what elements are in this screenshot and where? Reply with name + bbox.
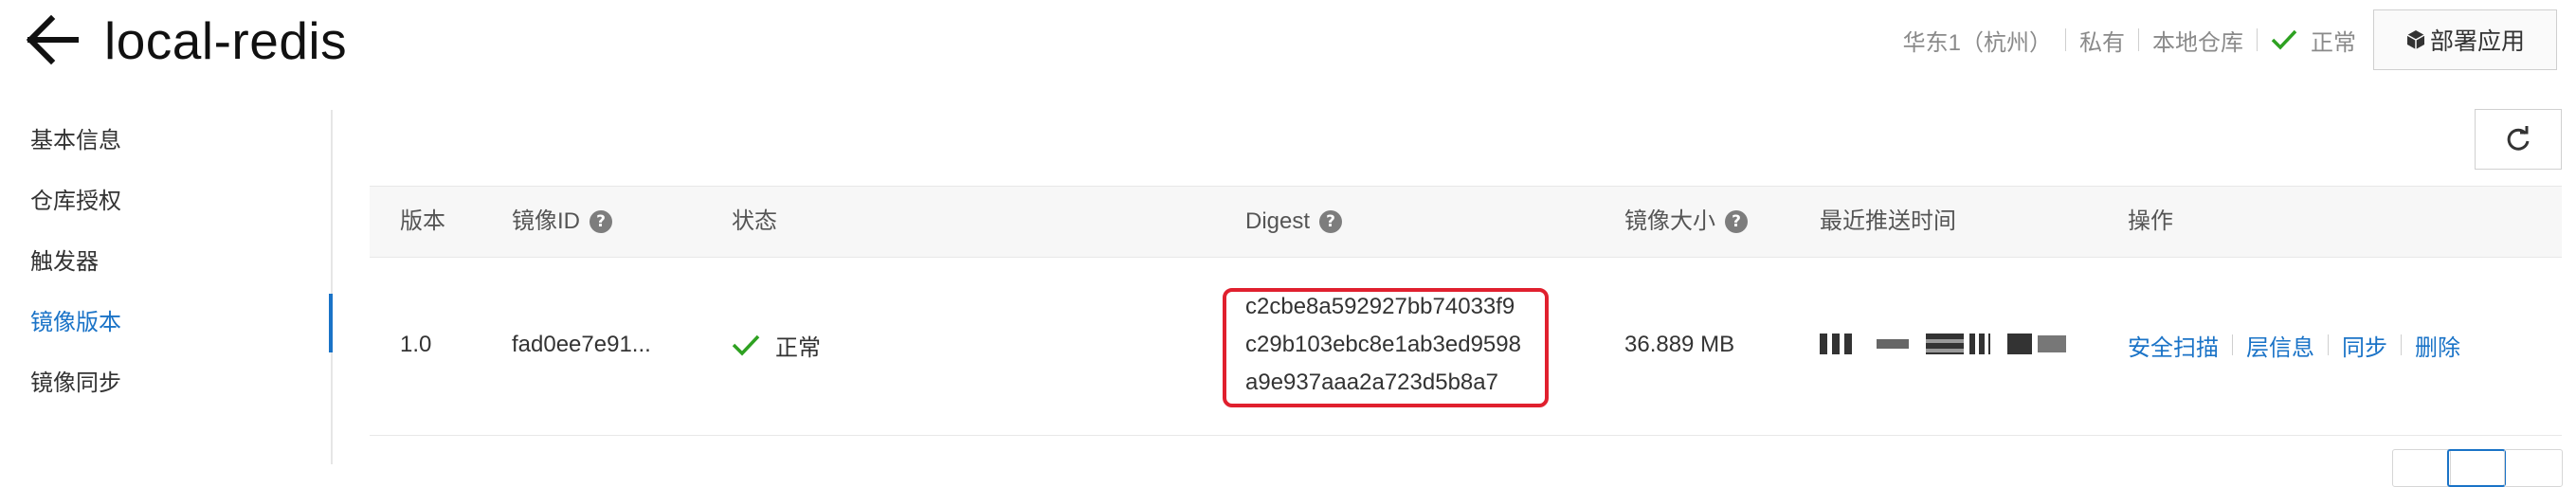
refresh-button[interactable] (2475, 109, 2562, 170)
repo-type-text: 本地仓库 (2152, 29, 2243, 56)
cell-digest-line: c2cbe8a592927bb74033f9 (1245, 294, 1515, 319)
delete-link[interactable]: 删除 (2415, 329, 2460, 362)
sidebar-item-triggers[interactable]: 触发器 (30, 244, 99, 281)
cell-pushed-at-redacted (1820, 334, 2066, 354)
column-header-actions: 操作 (2128, 205, 2173, 239)
region-text: 华东1（杭州） (1902, 29, 2052, 56)
meta-divider (2257, 28, 2258, 51)
check-icon (732, 334, 760, 356)
column-header-size-label: 镜像大小 (1624, 208, 1715, 234)
row-actions: 安全扫描 层信息 同步 删除 (2128, 328, 2460, 362)
column-header-size: 镜像大小 ? (1624, 205, 1748, 239)
cell-status: 正常 (732, 328, 821, 362)
deploy-app-label: 部署应用 (2429, 28, 2525, 55)
column-header-version: 版本 (400, 205, 445, 239)
check-icon (2271, 29, 2297, 50)
visibility-text: 私有 (2079, 29, 2125, 56)
cell-digest-line: a9e937aaa2a723d5b8a7 (1245, 370, 1498, 395)
layer-info-link[interactable]: 层信息 (2246, 329, 2314, 362)
deploy-app-button[interactable]: 部署应用 (2373, 9, 2557, 70)
table-header (370, 186, 2562, 258)
pagination-prev-button[interactable] (2392, 449, 2451, 487)
sidebar-divider (331, 110, 333, 464)
refresh-icon (2507, 126, 2530, 151)
action-divider (2328, 334, 2329, 355)
column-header-pushed-at: 最近推送时间 (1820, 205, 1956, 239)
action-divider (2401, 334, 2402, 355)
cell-image-id: fad0ee7e91... (512, 332, 651, 357)
column-header-status-label: 状态 (732, 208, 777, 234)
cell-version: 1.0 (400, 332, 432, 357)
column-header-digest: Digest ? (1245, 205, 1343, 239)
repo-status: 正常 (2271, 24, 2356, 57)
cube-icon (2406, 30, 2425, 49)
column-header-status: 状态 (732, 205, 777, 239)
pagination-next-button[interactable] (2504, 449, 2563, 487)
cell-size: 36.889 MB (1624, 332, 1735, 357)
cell-digest-line: c29b103ebc8e1ab3ed9598 (1245, 332, 1521, 357)
repo-meta: 华东1（杭州） 私有 本地仓库 正常 (1903, 23, 2356, 57)
column-header-image-id: 镜像ID ? (512, 205, 612, 239)
pagination-page-button[interactable] (2447, 449, 2506, 487)
column-header-pushed-at-label: 最近推送时间 (1820, 208, 1956, 234)
security-scan-link[interactable]: 安全扫描 (2128, 329, 2219, 362)
sync-link[interactable]: 同步 (2342, 329, 2387, 362)
column-header-actions-label: 操作 (2128, 208, 2173, 234)
sidebar-item-image-versions[interactable]: 镜像版本 (30, 304, 121, 342)
action-divider (2232, 334, 2233, 355)
sidebar-item-repo-auth[interactable]: 仓库授权 (30, 183, 121, 221)
row-divider (370, 435, 2562, 436)
sidebar-item-image-sync[interactable]: 镜像同步 (30, 365, 121, 403)
meta-divider (2138, 28, 2139, 51)
help-icon[interactable]: ? (1319, 210, 1343, 233)
sidebar-active-indicator (329, 294, 333, 352)
cell-status-text: 正常 (775, 334, 821, 361)
column-header-image-id-label: 镜像ID (512, 208, 580, 234)
help-icon[interactable]: ? (1725, 210, 1748, 233)
page-title: local-redis (104, 11, 348, 70)
meta-divider (2065, 28, 2066, 51)
sidebar-item-basic-info[interactable]: 基本信息 (30, 122, 121, 160)
help-icon[interactable]: ? (590, 210, 612, 233)
repo-status-text: 正常 (2311, 29, 2356, 56)
back-arrow-icon[interactable] (26, 13, 80, 66)
column-header-version-label: 版本 (400, 208, 445, 234)
column-header-digest-label: Digest (1245, 208, 1311, 234)
